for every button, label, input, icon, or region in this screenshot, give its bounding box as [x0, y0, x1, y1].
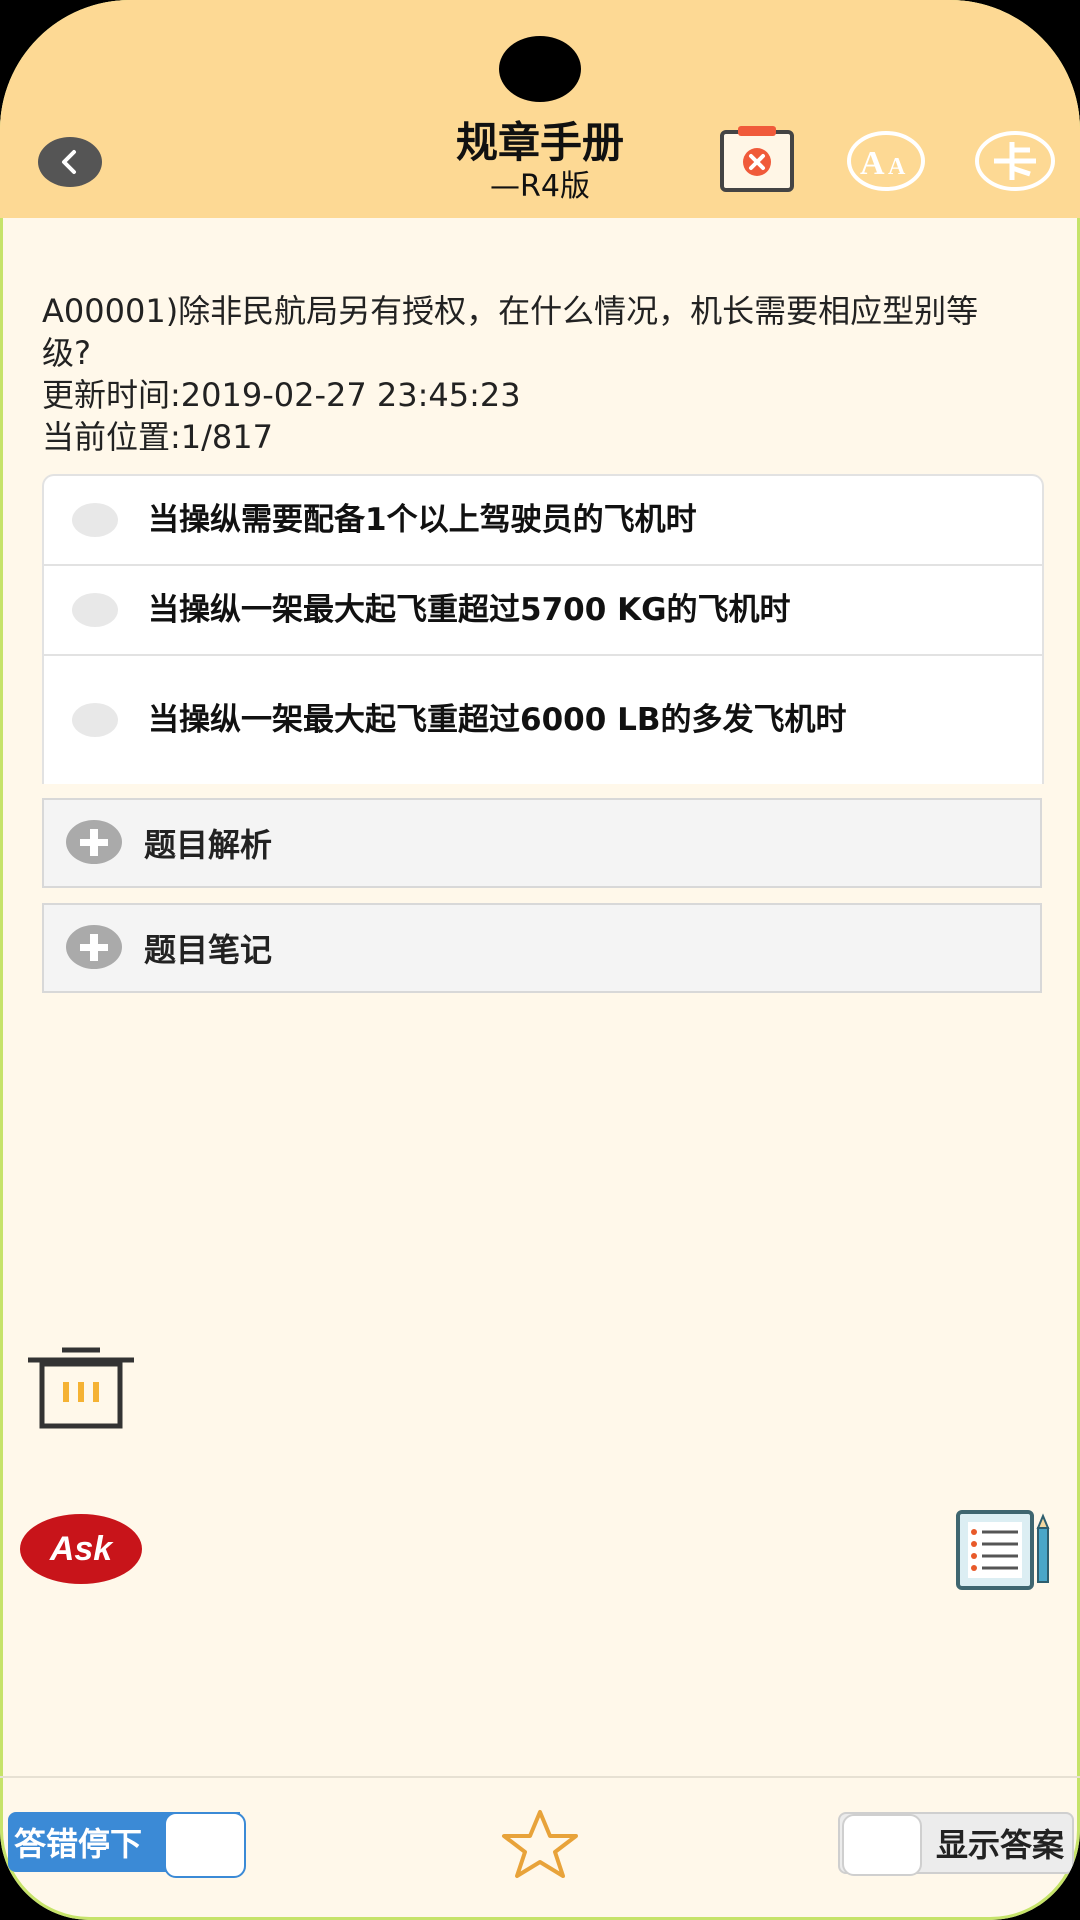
option-label: 当操纵需要配备1个以上驾驶员的飞机时 — [148, 502, 697, 538]
expand-plus-icon[interactable] — [66, 820, 122, 864]
analysis-panel[interactable]: 题目解析 — [42, 798, 1042, 888]
clipboard-close-icon — [720, 126, 794, 192]
question-block: A00001)除非民航局另有授权，在什么情况，机长需要相应型别等级? 更新时间:… — [42, 290, 1022, 458]
notes-list-button[interactable] — [956, 1508, 1052, 1592]
stop-on-wrong-knob[interactable] — [164, 1812, 246, 1878]
stop-on-wrong-label: 答错停下 — [14, 1825, 143, 1863]
back-button[interactable] — [38, 137, 102, 187]
header-bar: 规章手册 —R4版 A A — [0, 0, 1080, 218]
bottom-divider — [0, 1776, 1080, 1778]
option-a[interactable]: 当操纵需要配备1个以上驾驶员的飞机时 — [44, 476, 1042, 566]
svg-text:A: A — [860, 145, 885, 182]
trash-icon — [28, 1347, 134, 1429]
ask-icon: Ask — [20, 1514, 142, 1584]
option-label: 当操纵一架最大起飞重超过5700 KG的飞机时 — [148, 592, 791, 628]
current-position: 当前位置:1/817 — [42, 418, 274, 456]
page-title: 规章手册 — [455, 118, 624, 167]
show-answer-label: 显示答案 — [935, 1826, 1064, 1864]
radio-circle[interactable] — [72, 703, 118, 737]
analysis-label: 题目解析 — [144, 826, 273, 864]
radio-circle[interactable] — [72, 503, 118, 537]
updated-time: 更新时间:2019-02-27 23:45:23 — [42, 376, 521, 414]
wrong-list-button[interactable] — [718, 124, 798, 194]
svg-text:A: A — [888, 154, 906, 180]
option-b[interactable]: 当操纵一架最大起飞重超过5700 KG的飞机时 — [44, 566, 1042, 656]
ask-button[interactable]: Ask — [18, 1512, 144, 1586]
favorite-button[interactable] — [500, 1808, 580, 1880]
expand-plus-icon[interactable] — [66, 925, 122, 969]
camera-notch — [499, 36, 581, 102]
notes-label: 题目笔记 — [144, 931, 273, 969]
app-screen: 规章手册 —R4版 A A A00001)除非民航局另有授权，在什么情况，机长需… — [0, 0, 1080, 1920]
star-icon — [502, 1810, 578, 1878]
answer-options: 当操纵需要配备1个以上驾驶员的飞机时 当操纵一架最大起飞重超过5700 KG的飞… — [42, 474, 1044, 784]
notes-icon — [956, 1510, 1050, 1590]
notes-panel[interactable]: 题目笔记 — [42, 903, 1042, 993]
option-label: 当操纵一架最大起飞重超过6000 LB的多发飞机时 — [148, 702, 847, 738]
ask-label: Ask — [49, 1530, 114, 1568]
show-answer-knob[interactable] — [842, 1814, 922, 1876]
radio-circle[interactable] — [72, 593, 118, 627]
question-text: A00001)除非民航局另有授权，在什么情况，机长需要相应型别等级? — [42, 292, 979, 372]
option-c[interactable]: 当操纵一架最大起飞重超过6000 LB的多发飞机时 — [44, 656, 1042, 784]
answer-card-button[interactable] — [974, 130, 1056, 192]
font-size-button[interactable]: A A — [846, 130, 926, 192]
card-icon — [975, 131, 1055, 191]
back-arrow-icon — [62, 150, 76, 174]
font-size-icon: A A — [847, 131, 925, 191]
delete-button[interactable] — [26, 1344, 136, 1430]
page-subtitle: —R4版 — [490, 169, 590, 204]
